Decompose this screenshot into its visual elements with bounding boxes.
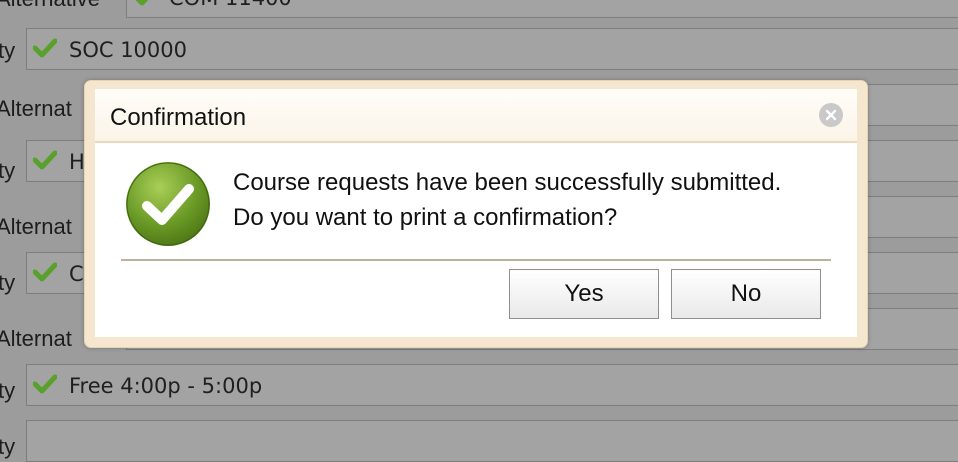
check-icon: [33, 150, 57, 170]
row-label: ty: [0, 378, 16, 403]
course-value: C: [69, 262, 84, 286]
dialog-title: Confirmation: [110, 104, 247, 131]
check-icon: [33, 374, 57, 394]
message-line-2: Do you want to print a confirmation?: [233, 204, 618, 231]
check-icon: [33, 262, 57, 282]
row-label: Alternative: [0, 0, 100, 12]
priority-course-field[interactable]: Free 4:00p - 5:00p: [26, 364, 958, 406]
row-label: Alternat: [0, 214, 72, 239]
row-label: ty: [0, 270, 16, 295]
confirmation-dialog: Confirmation Course requests have been s…: [84, 80, 868, 348]
course-value: SOC 10000: [69, 38, 188, 62]
close-button[interactable]: [819, 103, 843, 127]
divider: [121, 259, 831, 261]
no-button[interactable]: No: [671, 269, 821, 319]
priority-course-field[interactable]: SOC 10000: [26, 28, 958, 70]
row-label: ty: [0, 434, 16, 459]
message-line-1: Course requests have been successfully s…: [233, 169, 782, 196]
dialog-header: Confirmation: [95, 89, 857, 143]
check-icon: [33, 38, 57, 58]
course-value: COM 11400: [169, 0, 292, 10]
yes-button[interactable]: Yes: [509, 269, 659, 319]
check-circle-icon: [126, 162, 210, 246]
dialog-body: Course requests have been successfully s…: [95, 143, 857, 337]
close-icon: [825, 109, 837, 121]
check-icon: [135, 0, 149, 6]
alternative-course-field[interactable]: COM 11400: [126, 0, 958, 18]
row-label: Alternat: [0, 326, 72, 351]
row-label: Alternat: [0, 96, 72, 121]
course-value: H: [69, 150, 85, 174]
confirmation-message: Course requests have been successfully s…: [233, 165, 781, 235]
row-label: ty: [0, 158, 16, 183]
course-value: Free 4:00p - 5:00p: [69, 374, 263, 398]
row-label: ty: [0, 38, 16, 63]
